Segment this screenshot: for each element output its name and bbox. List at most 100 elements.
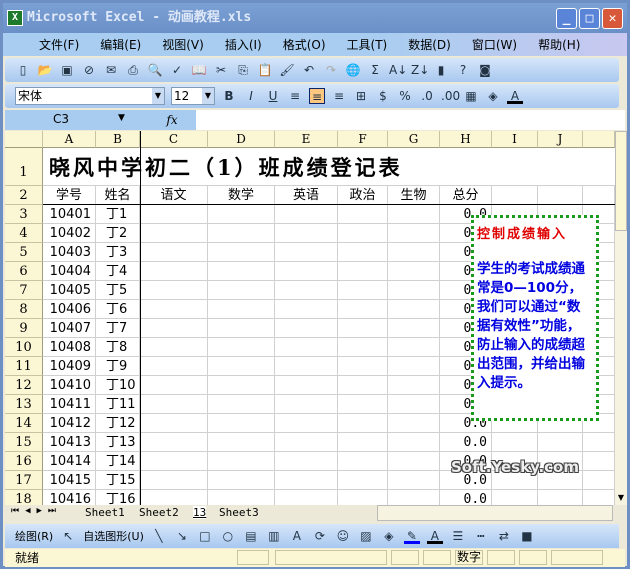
- table-cell[interactable]: 丁16: [96, 490, 140, 505]
- table-cell[interactable]: [275, 433, 338, 452]
- table-cell[interactable]: 10416: [43, 490, 96, 505]
- table-cell[interactable]: 丁10: [96, 376, 140, 395]
- table-cell[interactable]: [388, 376, 440, 395]
- table-cell[interactable]: [275, 471, 338, 490]
- table-cell[interactable]: 10402: [43, 224, 96, 243]
- tab-13[interactable]: 13: [193, 506, 207, 519]
- column-header-F[interactable]: F: [338, 131, 388, 148]
- row-header-14[interactable]: 14: [5, 414, 43, 433]
- undo-icon[interactable]: ↶: [301, 62, 317, 78]
- table-cell[interactable]: [388, 471, 440, 490]
- row-header-11[interactable]: 11: [5, 357, 43, 376]
- tab-sheet2[interactable]: Sheet2: [139, 506, 179, 519]
- table-cell[interactable]: [388, 262, 440, 281]
- formula-input[interactable]: [196, 110, 625, 130]
- table-cell[interactable]: [338, 281, 388, 300]
- menu-edit[interactable]: 编辑(E): [100, 36, 141, 53]
- fill-color-icon[interactable]: ◈: [485, 88, 501, 104]
- email-icon[interactable]: ✉: [103, 62, 119, 78]
- table-cell[interactable]: [338, 319, 388, 338]
- clipart-icon[interactable]: ☺: [335, 528, 351, 544]
- table-cell[interactable]: [140, 300, 208, 319]
- font-color-icon[interactable]: A: [507, 88, 523, 104]
- redo-icon[interactable]: ↷: [323, 62, 339, 78]
- camera-icon[interactable]: ◙: [477, 62, 493, 78]
- table-cell[interactable]: [338, 471, 388, 490]
- table-cell[interactable]: 0.0: [440, 433, 492, 452]
- increase-decimal-icon[interactable]: .0: [419, 88, 435, 104]
- percent-button[interactable]: %: [397, 88, 413, 104]
- hyperlink-icon[interactable]: 🌐: [345, 62, 361, 78]
- table-cell[interactable]: [388, 224, 440, 243]
- table-cell[interactable]: 10404: [43, 262, 96, 281]
- table-cell[interactable]: [140, 376, 208, 395]
- menu-insert[interactable]: 插入(I): [225, 36, 262, 53]
- column-header[interactable]: [583, 131, 615, 148]
- save-icon[interactable]: ▣: [59, 62, 75, 78]
- table-cell[interactable]: [140, 452, 208, 471]
- table-cell[interactable]: [338, 338, 388, 357]
- table-cell[interactable]: [338, 205, 388, 224]
- header-cell[interactable]: 数学: [208, 186, 275, 205]
- scroll-down-icon[interactable]: ▼: [615, 493, 627, 505]
- header-cell[interactable]: 语文: [140, 186, 208, 205]
- table-cell[interactable]: [388, 433, 440, 452]
- shadow-icon[interactable]: ■: [519, 528, 535, 544]
- table-cell[interactable]: [208, 262, 275, 281]
- copy-icon[interactable]: ⎘: [235, 62, 251, 78]
- fill-color-icon[interactable]: ◈: [381, 528, 397, 544]
- table-cell[interactable]: [140, 224, 208, 243]
- table-cell[interactable]: [583, 471, 615, 490]
- table-cell[interactable]: [208, 357, 275, 376]
- diagram-icon[interactable]: ⟳: [312, 528, 328, 544]
- row-header-16[interactable]: 16: [5, 452, 43, 471]
- menu-file[interactable]: 文件(F): [39, 36, 79, 53]
- bold-button[interactable]: B: [221, 88, 237, 104]
- cut-icon[interactable]: ✂: [213, 62, 229, 78]
- table-cell[interactable]: [388, 319, 440, 338]
- table-cell[interactable]: [208, 414, 275, 433]
- wordart-icon[interactable]: A: [289, 528, 305, 544]
- table-cell[interactable]: 10412: [43, 414, 96, 433]
- table-cell[interactable]: 10410: [43, 376, 96, 395]
- menu-window[interactable]: 窗口(W): [472, 36, 517, 53]
- table-cell[interactable]: [208, 300, 275, 319]
- column-header-B[interactable]: B: [96, 131, 140, 148]
- header-cell[interactable]: [583, 186, 615, 205]
- table-cell[interactable]: [338, 433, 388, 452]
- table-cell[interactable]: 0.0: [440, 490, 492, 505]
- table-cell[interactable]: [140, 205, 208, 224]
- table-cell[interactable]: [275, 338, 338, 357]
- table-cell[interactable]: 10403: [43, 243, 96, 262]
- table-cell[interactable]: 10408: [43, 338, 96, 357]
- row-header-17[interactable]: 17: [5, 471, 43, 490]
- autoshapes-menu[interactable]: 自选图形(U): [83, 528, 144, 544]
- underline-button[interactable]: U: [265, 88, 281, 104]
- research-icon[interactable]: 📖: [191, 62, 207, 78]
- table-cell[interactable]: [275, 262, 338, 281]
- table-cell[interactable]: 丁11: [96, 395, 140, 414]
- table-cell[interactable]: 丁3: [96, 243, 140, 262]
- font-name-select[interactable]: 宋体 ▼: [15, 87, 165, 105]
- table-cell[interactable]: 10406: [43, 300, 96, 319]
- table-cell[interactable]: 10409: [43, 357, 96, 376]
- table-cell[interactable]: [338, 300, 388, 319]
- table-cell[interactable]: [275, 490, 338, 505]
- table-cell[interactable]: [275, 376, 338, 395]
- align-left-icon[interactable]: ≡: [287, 88, 303, 104]
- table-cell[interactable]: [140, 281, 208, 300]
- table-cell[interactable]: [388, 395, 440, 414]
- select-all-corner[interactable]: [5, 131, 43, 148]
- table-cell[interactable]: [338, 490, 388, 505]
- font-color-icon[interactable]: A: [426, 528, 443, 544]
- table-cell[interactable]: [388, 490, 440, 505]
- menu-tools[interactable]: 工具(T): [347, 36, 388, 53]
- table-cell[interactable]: [140, 319, 208, 338]
- table-cell[interactable]: [275, 452, 338, 471]
- table-cell[interactable]: 丁13: [96, 433, 140, 452]
- table-cell[interactable]: [388, 338, 440, 357]
- table-cell[interactable]: [388, 357, 440, 376]
- table-cell[interactable]: 丁12: [96, 414, 140, 433]
- row-header-9[interactable]: 9: [5, 319, 43, 338]
- table-cell[interactable]: [338, 357, 388, 376]
